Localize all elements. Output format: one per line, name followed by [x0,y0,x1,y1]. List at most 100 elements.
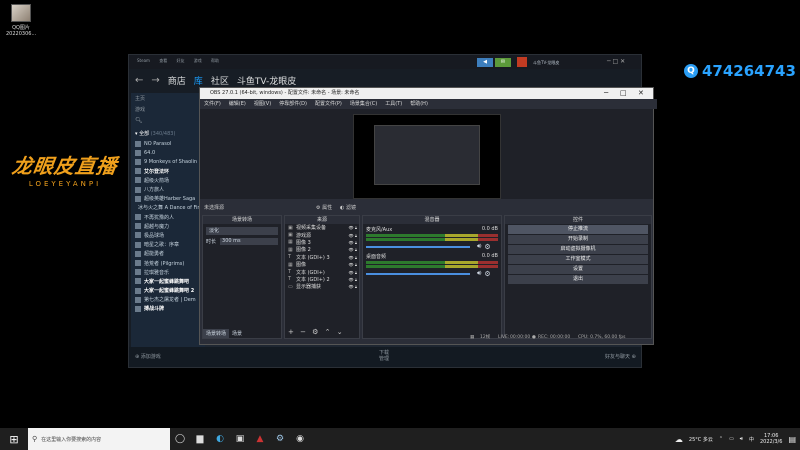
game-list-item[interactable]: 超能勇者 [131,249,205,258]
game-list-item[interactable]: 大家一起蜜蜂跳舞吧 [131,277,205,286]
virtual-camera-button[interactable]: 启动虚拟摄像机 [508,245,648,254]
tray-chevron-icon[interactable]: ⌃ [719,436,723,442]
duration-input[interactable]: 300 ms [220,238,278,245]
properties-button[interactable]: ⚙ 属性 [316,202,332,214]
visibility-lock-icon[interactable]: 👁︎ 🔒︎ [349,233,357,238]
steam-menu-games[interactable]: 游戏 [194,58,202,63]
file-explorer-icon[interactable]: ▆ [190,434,210,444]
weather-text[interactable]: 25°C 多云 [689,436,713,443]
volume-slider[interactable] [366,272,470,275]
steam-username[interactable]: 斗鱼TV-龙眼皮 [533,58,559,67]
gear-icon[interactable]: ⚙ [484,270,490,278]
menu-edit[interactable]: 编辑(E) [229,99,246,109]
library-games-label[interactable]: 游戏 [131,104,205,115]
menu-scene-collection[interactable]: 场景集合(C) [350,99,377,109]
source-item[interactable]: ▣ 游戏源 👁︎ 🔒︎ [285,231,359,239]
steam-menu-help[interactable]: 帮助 [211,58,219,63]
source-item[interactable]: ▦ 图像 3 👁︎ 🔒︎ [285,239,359,246]
source-item[interactable]: T 文本 (GDI+) 2 👁︎ 🔒︎ [285,276,359,283]
start-recording-button[interactable]: 开始录制 [508,235,648,244]
network-icon[interactable]: ▭ [729,436,734,442]
game-list-item[interactable]: 搏战斗牌 [131,304,205,313]
downloads-button[interactable]: 下载 管理 [379,350,389,362]
source-item[interactable]: T 文本 (GDI+) 👁︎ 🔒︎ [285,268,359,276]
steam-notifications-button[interactable]: ✉ [495,58,511,67]
steam-taskbar-icon[interactable]: ⚙ [270,434,290,444]
source-item[interactable]: ▣ 视频采集设备 👁︎ 🔒︎ [285,224,359,232]
visibility-lock-icon[interactable]: 👁︎ 🔒︎ [349,284,357,289]
avatar[interactable] [517,57,527,67]
menu-file[interactable]: 文件(F) [204,99,221,109]
studio-mode-button[interactable]: 工作室模式 [508,255,648,264]
obs-taskbar-icon[interactable]: ◉ [290,434,310,444]
transition-type-select[interactable]: 淡化 [206,227,278,235]
game-list-item[interactable]: 第七杰之屠龙者 | Dem [131,295,205,304]
preview-canvas[interactable] [353,114,501,199]
speaker-icon[interactable]: 🔊︎ [477,269,481,278]
source-item[interactable]: ▦ 图像 👁︎ 🔒︎ [285,261,359,269]
app-icon[interactable]: ▲ [250,434,270,444]
visibility-lock-icon[interactable]: 👁︎ 🔒︎ [349,225,357,230]
steam-menu-view[interactable]: 查看 [159,58,167,63]
library-category[interactable]: ▾ 全部 (340/483) [131,128,205,139]
steam-window-controls[interactable]: ─ □ ✕ [607,58,625,65]
desktop-file-icon[interactable]: QQ图片 20220306... [6,4,36,38]
stop-streaming-button[interactable]: 停止推流 [508,225,648,234]
visibility-lock-icon[interactable]: 👁︎ 🔒︎ [349,277,357,282]
clock[interactable]: 17:06 2022/3/6 [760,433,782,445]
back-arrow-icon[interactable]: ← [135,75,143,86]
nav-community[interactable]: 社区 [211,74,229,87]
obs-window[interactable]: OBS 27.0.1 (64-bit, windows) - 配置文件: 未命名… [199,87,657,345]
library-home[interactable]: 主页 [131,93,205,104]
volume-icon[interactable]: 🔊︎ [740,436,743,442]
forward-arrow-icon[interactable]: → [151,75,159,86]
exit-button[interactable]: 退出 [508,275,648,284]
nav-library[interactable]: 库 [194,74,203,87]
maximize-icon[interactable]: □ [620,88,627,99]
visibility-lock-icon[interactable]: 👁︎ 🔒︎ [349,262,357,267]
settings-button[interactable]: 设置 [508,265,648,274]
menu-tools[interactable]: 工具(T) [385,99,402,109]
game-list-item[interactable]: 极品球场 [131,231,205,240]
edge-browser-icon[interactable]: ◐ [210,434,230,444]
menu-help[interactable]: 帮助(H) [410,99,428,109]
steam-broadcast-button[interactable]: ◀ [477,58,493,67]
game-list-item[interactable]: 超级火箭场 [131,176,205,185]
game-list-item[interactable]: 艾尔登法环 [131,167,205,176]
gear-icon[interactable]: ⚙ [484,243,490,251]
source-item[interactable]: ▦ 图像 2 👁︎ 🔒︎ [285,246,359,254]
windows-start-icon[interactable]: ⊞ [0,433,28,446]
filters-button[interactable]: ◐ 滤镜 [340,202,356,214]
menu-profile[interactable]: 配置文件(P) [315,99,342,109]
game-list-item[interactable]: 暗星之歌：序章 [131,240,205,249]
game-list-item[interactable]: NO Parasol [131,139,205,148]
notification-icon[interactable]: ▤ [788,435,796,444]
visibility-lock-icon[interactable]: 👁︎ 🔒︎ [349,255,357,260]
obs-preview[interactable] [200,109,653,199]
store-icon[interactable]: ▣ [230,434,250,444]
menu-docks[interactable]: 停靠部件(D) [279,99,307,109]
ime-icon[interactable]: 中 [749,436,754,443]
nav-profile[interactable]: 斗鱼TV-龙眼皮 [237,74,296,87]
close-icon[interactable]: ✕ [638,88,644,99]
steam-menu-steam[interactable]: Steam [137,58,150,63]
game-list-item[interactable]: 冰与火之舞 A Dance of Fire... [131,203,205,212]
visibility-lock-icon[interactable]: 👁︎ 🔒︎ [349,270,357,275]
game-list-item[interactable]: 超越与魔力 [131,222,205,231]
visibility-lock-icon[interactable]: 👁︎ 🔒︎ [349,247,357,252]
game-list-item[interactable]: 9 Monkeys of Shaolin [131,157,205,166]
game-list-item[interactable]: 大家一起蜜蜂跳舞吧 2 [131,286,205,295]
nav-store[interactable]: 商店 [168,74,186,87]
game-list-item[interactable]: 64.0 [131,148,205,157]
taskbar-search[interactable]: ⚲ 在这里输入你要搜索的内容 [28,428,170,450]
game-list-item[interactable]: 超级英雄Harber Saga [131,194,205,203]
friends-chat-button[interactable]: 好友与聊天 ⊕ [605,353,636,360]
menu-view[interactable]: 视图(V) [254,99,271,109]
volume-slider[interactable] [366,245,470,248]
source-item[interactable]: T 文本 (GDI+) 3 👁︎ 🔒︎ [285,254,359,261]
visibility-lock-icon[interactable]: 👁︎ 🔒︎ [349,240,357,245]
steam-menu-friends[interactable]: 好友 [176,58,184,63]
minimize-icon[interactable]: ─ [604,88,608,99]
game-list-item[interactable]: 不再犹豫的人 [131,213,205,222]
speaker-icon[interactable]: 🔊︎ [477,242,481,251]
